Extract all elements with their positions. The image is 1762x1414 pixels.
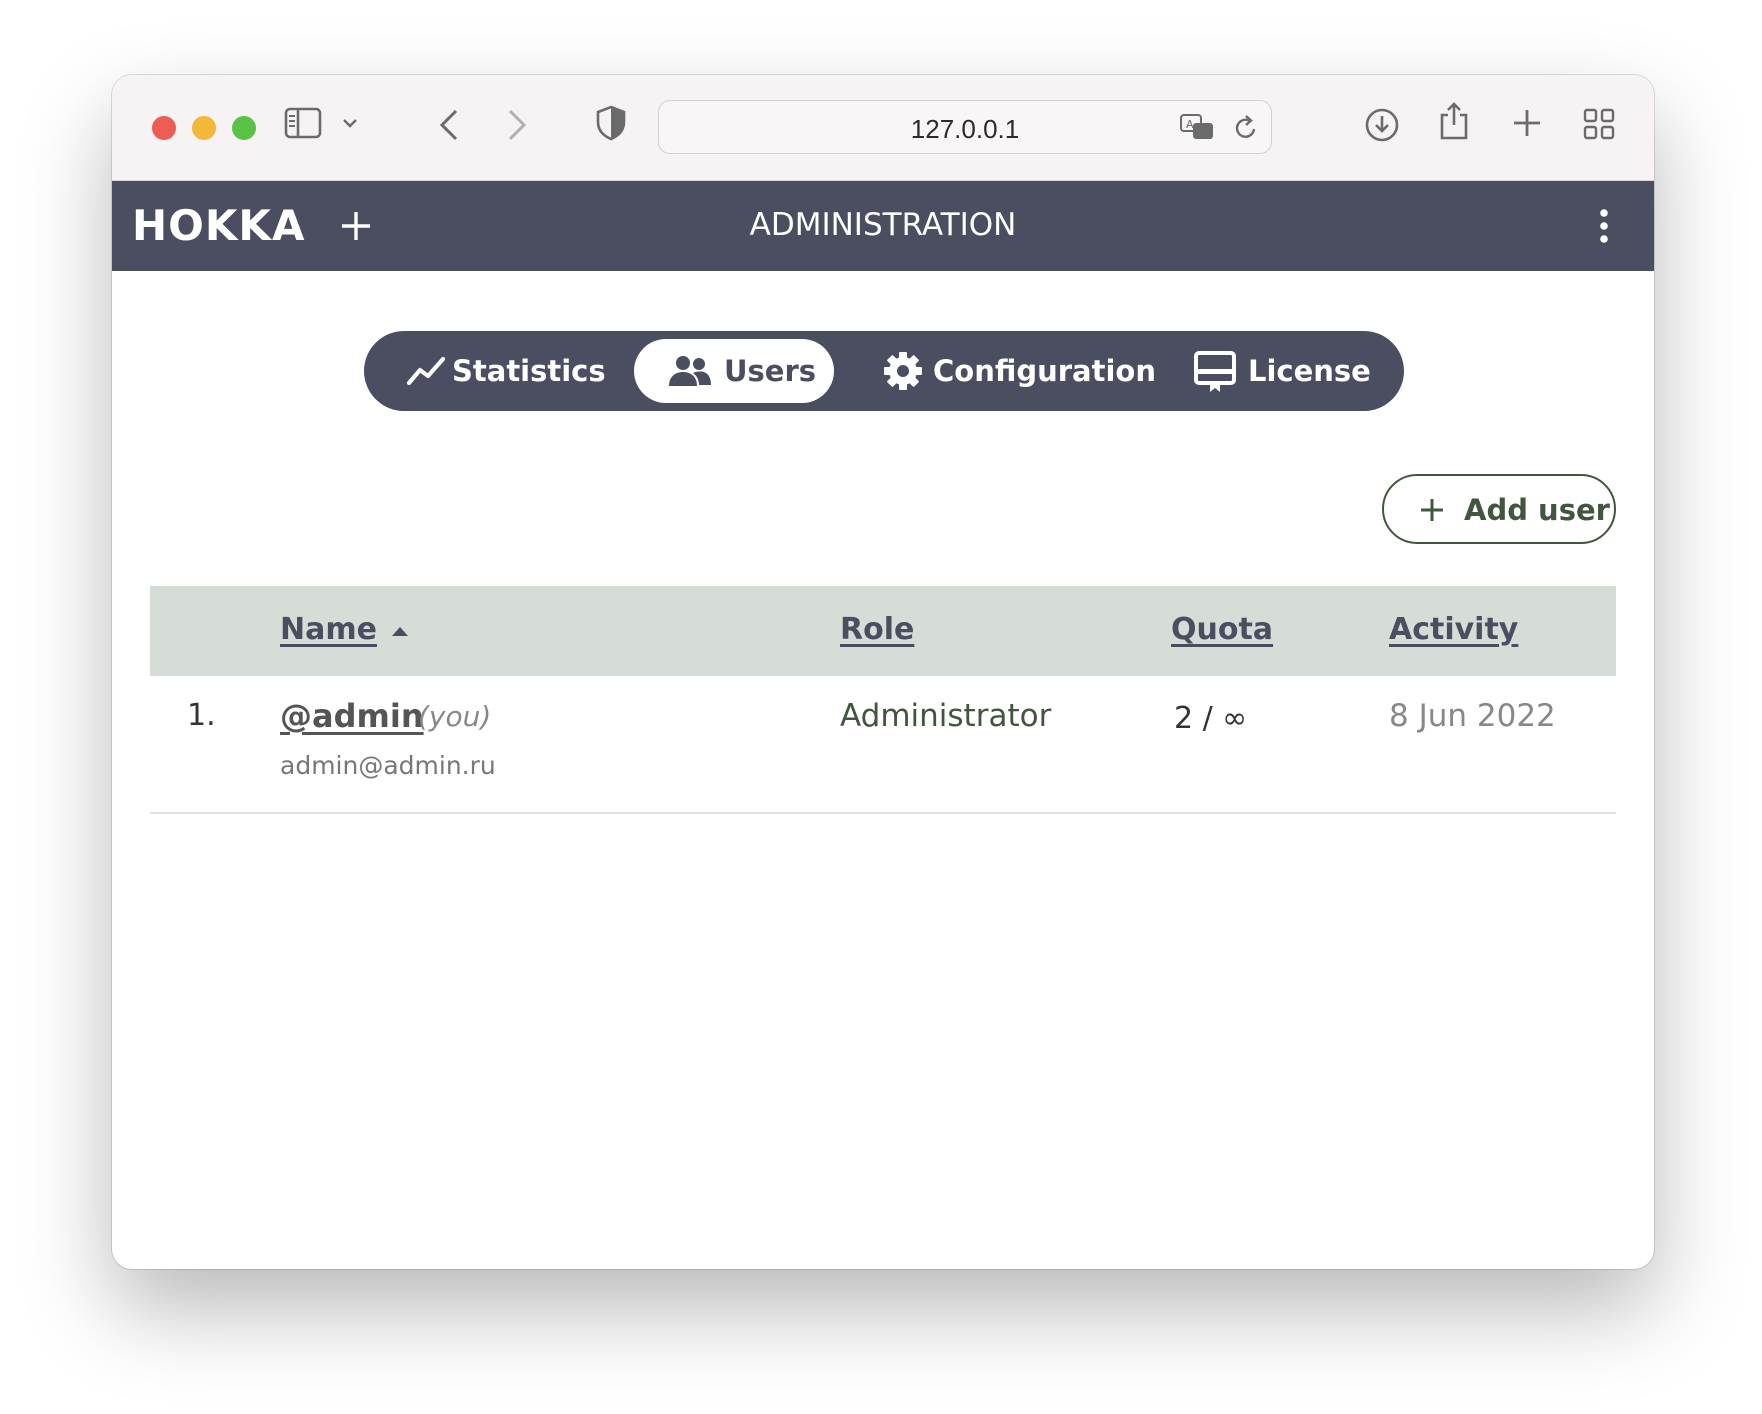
sort-ascending-icon[interactable] (392, 626, 408, 636)
row-divider (150, 812, 1616, 814)
user-role: Administrator (840, 698, 1052, 734)
reload-icon[interactable] (1234, 115, 1258, 141)
download-icon[interactable] (1364, 107, 1400, 143)
column-header-quota[interactable]: Quota (1171, 612, 1273, 647)
plus-icon (1421, 499, 1443, 521)
page-title: ADMINISTRATION (749, 207, 1017, 243)
forward-icon[interactable] (506, 108, 528, 142)
minimize-window-button[interactable] (192, 116, 216, 140)
translate-icon[interactable]: A (1179, 113, 1215, 143)
app-header: HOKKA ADMINISTRATION (112, 181, 1654, 271)
more-menu-icon[interactable] (1598, 208, 1610, 244)
column-header-activity[interactable]: Activity (1389, 612, 1518, 647)
shield-icon[interactable] (596, 105, 626, 141)
gear-icon (884, 352, 922, 390)
sidebar-icon[interactable] (284, 107, 322, 139)
tab-configuration-label: Configuration (933, 354, 1156, 388)
tab-configuration[interactable]: Configuration (869, 339, 1159, 403)
chevron-down-icon[interactable] (342, 115, 358, 131)
tab-users-label: Users (724, 354, 817, 388)
tab-license-label: License (1248, 354, 1371, 388)
zoom-window-button[interactable] (232, 116, 256, 140)
tab-statistics-label: Statistics (452, 354, 606, 388)
add-user-label: Add user (1464, 493, 1610, 527)
tab-overview-icon[interactable] (1583, 108, 1615, 140)
you-label: (you) (418, 700, 492, 733)
svg-text:A: A (1186, 118, 1194, 131)
share-icon[interactable] (1438, 101, 1470, 141)
tab-users[interactable]: Users (634, 339, 834, 403)
chart-line-icon (406, 356, 446, 386)
tab-license[interactable]: License (1184, 339, 1384, 403)
column-header-role[interactable]: Role (840, 612, 914, 647)
close-window-button[interactable] (152, 116, 176, 140)
user-email: admin@admin.ru (280, 751, 496, 780)
user-activity: 8 Jun 2022 (1389, 698, 1556, 734)
user-link[interactable]: @admin (280, 697, 424, 735)
new-tab-icon[interactable] (1512, 108, 1542, 138)
browser-toolbar: 127.0.0.1 A (112, 75, 1654, 181)
browser-window: 127.0.0.1 A HOKKA ADMINISTRATION Statist… (112, 75, 1654, 1269)
column-header-name[interactable]: Name (280, 612, 377, 647)
license-icon (1194, 351, 1236, 392)
address-bar[interactable]: 127.0.0.1 A (658, 100, 1272, 154)
user-quota: 2 / ∞ (1174, 701, 1248, 736)
add-user-button[interactable]: Add user (1382, 474, 1616, 544)
users-table-header: Name Role Quota Activity (150, 586, 1616, 676)
admin-tabs: Statistics Users Configuration License (364, 331, 1404, 411)
tab-statistics[interactable]: Statistics (394, 339, 606, 403)
back-icon[interactable] (438, 108, 460, 142)
row-index: 1. (187, 698, 216, 733)
users-icon (669, 356, 711, 386)
